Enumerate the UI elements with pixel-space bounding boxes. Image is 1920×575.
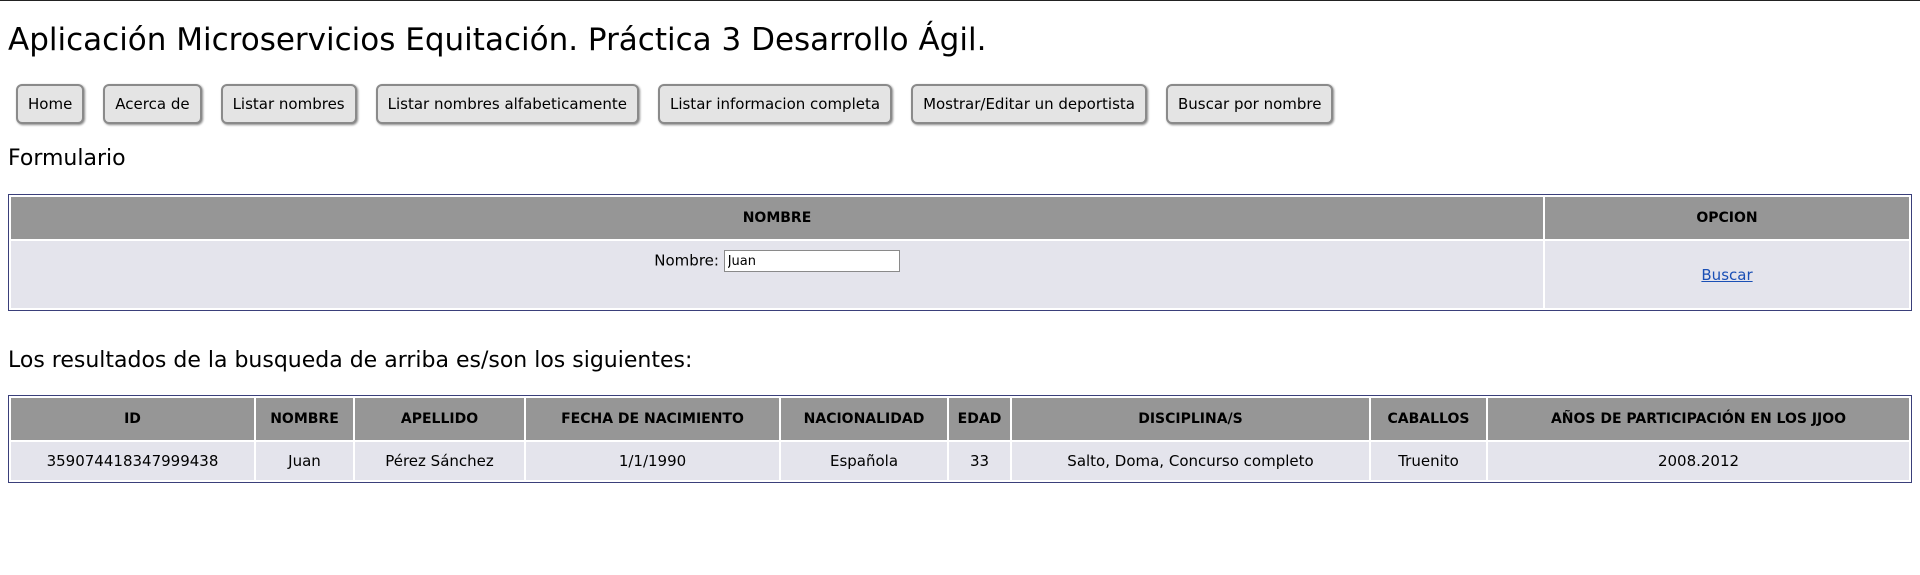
cell-edad: 33 [949,442,1010,480]
results-heading: Los resultados de la busqueda de arriba … [8,348,693,373]
cell-nombre: Juan [256,442,353,480]
form-heading: Formulario [8,146,126,171]
cell-nacionalidad: Española [781,442,947,480]
name-field-cell: Nombre: [11,241,1543,308]
nav-list-names-button[interactable]: Listar nombres [220,84,357,124]
table-row: 359074418347999438 Juan Pérez Sánchez 1/… [11,442,1909,480]
results-col-apellido: APELLIDO [355,398,524,440]
nav-bar: Home Acerca de Listar nombres Listar nom… [16,84,1352,124]
cell-caballos: Truenito [1371,442,1486,480]
results-header-row: ID NOMBRE APELLIDO FECHA DE NACIMIENTO N… [11,398,1909,440]
cell-apellido: Pérez Sánchez [355,442,524,480]
results-col-nombre: NOMBRE [256,398,353,440]
search-link[interactable]: Buscar [1701,266,1752,284]
nav-home-button[interactable]: Home [16,84,85,124]
results-col-nacionalidad: NACIONALIDAD [781,398,947,440]
nav-list-full-info-button[interactable]: Listar informacion completa [657,84,893,124]
nav-about-button[interactable]: Acerca de [103,84,202,124]
cell-id: 359074418347999438 [11,442,254,480]
results-col-id: ID [11,398,254,440]
form-header-row: NOMBRE OPCION [11,197,1909,239]
results-table: ID NOMBRE APELLIDO FECHA DE NACIMIENTO N… [8,395,1912,483]
cell-fecha: 1/1/1990 [526,442,779,480]
results-col-edad: EDAD [949,398,1010,440]
nav-show-edit-athlete-button[interactable]: Mostrar/Editar un deportista [911,84,1147,124]
page-title: Aplicación Microservicios Equitación. Pr… [8,22,987,58]
form-col-nombre: NOMBRE [11,197,1543,239]
results-col-anos-jjoo: AÑOS DE PARTICIPACIÓN EN LOS JJOO [1488,398,1909,440]
results-col-fecha: FECHA DE NACIMIENTO [526,398,779,440]
cell-anos-jjoo: 2008.2012 [1488,442,1909,480]
nav-search-by-name-button[interactable]: Buscar por nombre [1165,84,1334,124]
nav-list-names-alpha-button[interactable]: Listar nombres alfabeticamente [375,84,639,124]
search-form-table: NOMBRE OPCION Nombre: Buscar [8,194,1912,311]
results-col-disciplina: DISCIPLINA/S [1012,398,1369,440]
search-link-cell: Buscar [1545,241,1909,308]
name-field-label: Nombre: [654,251,719,270]
form-row: Nombre: Buscar [11,241,1909,308]
form-col-opcion: OPCION [1545,197,1909,239]
top-border [0,0,1920,1]
name-input[interactable] [723,250,900,272]
results-col-caballos: CABALLOS [1371,398,1486,440]
cell-disciplina: Salto, Doma, Concurso completo [1012,442,1369,480]
